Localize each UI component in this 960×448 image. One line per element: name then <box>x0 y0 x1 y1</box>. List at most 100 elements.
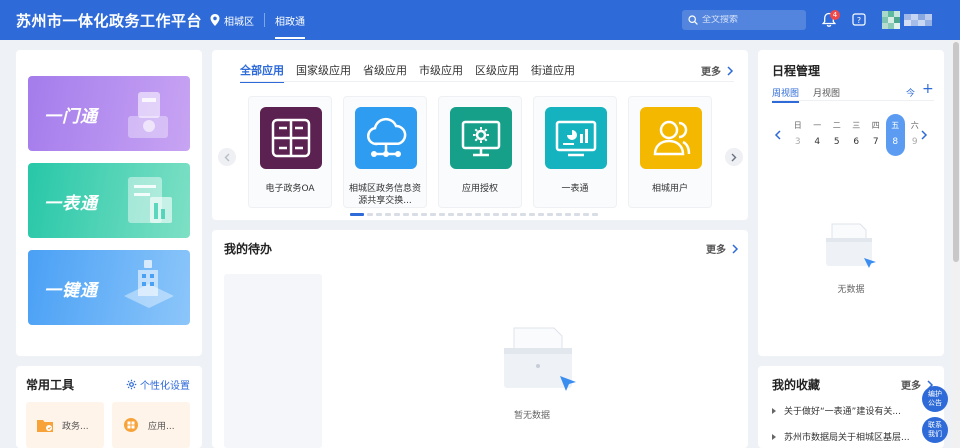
page-dot[interactable] <box>511 213 517 216</box>
page-dot[interactable] <box>583 213 589 216</box>
tab-provincial-apps[interactable]: 省级应用 <box>363 62 407 82</box>
tool-item-app[interactable]: 应用... <box>112 402 190 448</box>
contact-float-button[interactable]: 联系 我们 <box>922 417 948 443</box>
promo-yibiaotong[interactable]: 一表通 <box>28 163 190 238</box>
favorite-item[interactable]: 苏州市数据局关于相城区基层... <box>772 430 922 443</box>
tool-label: 政务... <box>62 421 89 432</box>
page-dot[interactable] <box>538 213 544 216</box>
avatar[interactable] <box>882 11 900 29</box>
app-tile <box>450 107 512 169</box>
header-tab-xiangzhengtong[interactable]: 相政通 <box>275 0 306 41</box>
weekday-label: 三 <box>852 121 861 130</box>
page-dot[interactable] <box>520 213 526 216</box>
page-dot[interactable] <box>412 213 418 216</box>
carousel-pagination <box>350 213 598 216</box>
promo-yijiantong[interactable]: 一键通 <box>28 250 190 325</box>
app-item-oa[interactable]: 电子政务OA <box>248 96 332 208</box>
date-label: 9 <box>911 137 918 147</box>
app-tile <box>545 107 607 169</box>
page-dot[interactable] <box>484 213 490 216</box>
empty-printer-icon <box>826 223 876 268</box>
tab-street-apps[interactable]: 街道应用 <box>531 62 575 82</box>
form-illustration-icon <box>128 177 172 223</box>
page-dot[interactable] <box>403 213 409 216</box>
app-item-authorization[interactable]: 应用授权 <box>438 96 522 208</box>
date-label: 7 <box>872 137 879 147</box>
page-dot[interactable] <box>376 213 382 216</box>
scrollbar-thumb[interactable] <box>953 42 959 262</box>
app-item-resource-share[interactable]: 相城区政务信息资源共享交换... <box>343 96 427 208</box>
notice-float-button[interactable]: 编护 公告 <box>922 386 948 412</box>
chevron-right-icon <box>731 153 737 161</box>
day-cell[interactable]: 日3 <box>788 118 808 152</box>
page-scrollbar[interactable] <box>952 40 960 448</box>
page-dot[interactable] <box>574 213 580 216</box>
day-cell[interactable]: 六9 <box>905 118 925 152</box>
page-dot[interactable] <box>421 213 427 216</box>
page-dot[interactable] <box>556 213 562 216</box>
page-dot[interactable] <box>502 213 508 216</box>
todo-more-link[interactable]: 更多 <box>706 241 739 256</box>
tab-city-apps[interactable]: 市级应用 <box>419 62 463 82</box>
promo-label: 一键通 <box>44 281 98 301</box>
page-dot[interactable] <box>592 213 598 216</box>
svg-text:?: ? <box>857 16 861 25</box>
tab-all-apps[interactable]: 全部应用 <box>240 62 284 83</box>
page-dot[interactable] <box>350 213 364 216</box>
apps-prev-button[interactable] <box>218 148 236 166</box>
notification-badge: 4 <box>830 10 840 20</box>
day-cell[interactable]: 一4 <box>808 118 828 152</box>
tool-label: 应用... <box>148 421 175 432</box>
app-item-yibiaotong[interactable]: 一表通 <box>533 96 617 208</box>
page-dot[interactable] <box>367 213 373 216</box>
page-dot[interactable] <box>466 213 472 216</box>
schedule-divider <box>772 100 934 101</box>
app-tile <box>640 107 702 169</box>
tab-district-apps[interactable]: 区级应用 <box>475 62 519 82</box>
day-cell-selected[interactable]: 五8 <box>885 114 905 156</box>
page-dot[interactable] <box>439 213 445 216</box>
location-selector[interactable]: 相城区 <box>210 13 254 28</box>
page-dot[interactable] <box>385 213 391 216</box>
day-cell[interactable]: 二5 <box>827 118 847 152</box>
page-dot[interactable] <box>457 213 463 216</box>
page-dot[interactable] <box>394 213 400 216</box>
search-input[interactable] <box>702 15 802 25</box>
prev-week-icon[interactable] <box>774 130 782 140</box>
weekday-label: 五 <box>891 121 900 130</box>
app-item-users[interactable]: 相城用户 <box>628 96 712 208</box>
app-category-tabs: 全部应用 国家级应用 省级应用 市级应用 区级应用 街道应用 <box>240 62 575 83</box>
folder-icon <box>37 420 53 432</box>
page-dot[interactable] <box>547 213 553 216</box>
page-dot[interactable] <box>475 213 481 216</box>
promo-label: 一表通 <box>44 194 98 214</box>
apps-more-link[interactable]: 更多 <box>701 63 734 78</box>
user-name-blurred[interactable] <box>904 14 932 26</box>
gear-icon <box>126 379 137 390</box>
todo-empty-text: 暂无数据 <box>513 411 550 421</box>
week-strip: 日3 一4 二5 三6 四7 五8 六9 <box>788 114 925 156</box>
day-cell[interactable]: 四7 <box>866 118 886 152</box>
page-dot[interactable] <box>430 213 436 216</box>
tab-national-apps[interactable]: 国家级应用 <box>296 62 351 82</box>
add-schedule-button[interactable]: + <box>922 82 934 96</box>
apps-next-button[interactable] <box>725 148 743 166</box>
app-grid-icon <box>124 418 138 432</box>
favorite-item[interactable]: 关于做好“一表通”建设有关... <box>772 404 922 417</box>
dashboard-icon <box>555 120 597 157</box>
page-dot[interactable] <box>529 213 535 216</box>
date-label: 8 <box>892 137 899 147</box>
day-cell[interactable]: 三6 <box>847 118 867 152</box>
date-label: 3 <box>794 137 801 147</box>
page-dot[interactable] <box>493 213 499 216</box>
tool-item-gov[interactable]: 政务... <box>26 402 104 448</box>
global-search[interactable] <box>682 10 806 30</box>
help-icon[interactable]: ? <box>852 13 866 27</box>
location-label: 相城区 <box>224 16 255 28</box>
personalize-settings-link[interactable]: 个性化设置 <box>126 377 190 392</box>
today-button[interactable]: 今 <box>906 86 915 99</box>
page-dot[interactable] <box>448 213 454 216</box>
schedule-panel: 日程管理 周视图 月视图 今 + 日3 一4 二5 三6 四7 五8 六9 无数… <box>758 50 944 356</box>
promo-yimentong[interactable]: 一门通 <box>28 76 190 151</box>
page-dot[interactable] <box>565 213 571 216</box>
